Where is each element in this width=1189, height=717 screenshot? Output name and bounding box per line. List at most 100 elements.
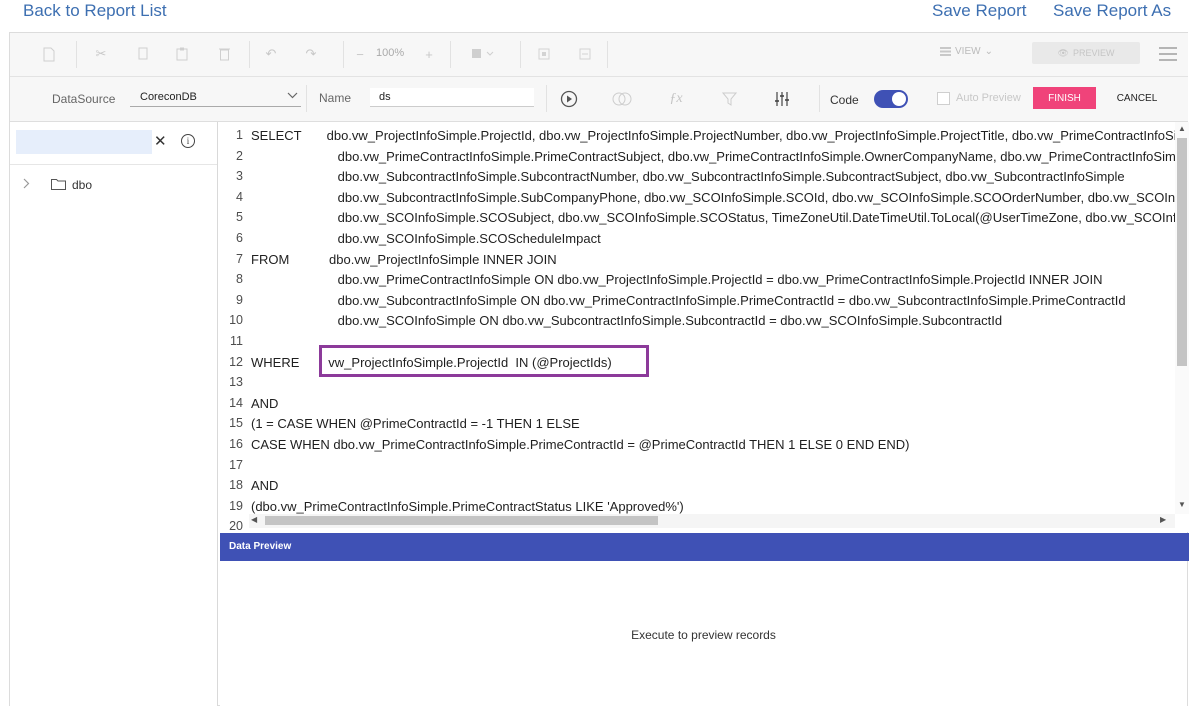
code-line[interactable]: 6 dbo.vw_SCOInfoSimple.SCOScheduleImpact: [220, 231, 1175, 251]
line-number: 8: [236, 272, 243, 287]
datasource-selected-value: CoreconDB: [140, 91, 197, 103]
datasource-separator: [819, 85, 820, 112]
function-icon[interactable]: ƒx: [666, 89, 686, 109]
scroll-right-icon[interactable]: ▶: [1160, 515, 1166, 524]
code-line[interactable]: 14 AND: [220, 396, 1175, 416]
designer-toolbar: ✂ ↶ ↷ − 100% + VIEW ⌄ 👁 PREVIEW: [10, 33, 1188, 77]
line-number: 5: [236, 210, 243, 225]
code-line[interactable]: 2 dbo.vw_PrimeContractInfoSimple.PrimeCo…: [220, 149, 1175, 169]
code-text: FROM dbo.vw_ProjectInfoSimple INNER JOIN: [251, 251, 557, 267]
code-text: AND: [251, 395, 279, 411]
tree-item-label: dbo: [72, 178, 93, 192]
filter-icon[interactable]: [719, 89, 739, 109]
panel-divider: [10, 164, 217, 165]
back-to-report-list-link[interactable]: Back to Report List: [23, 1, 167, 21]
code-text: dbo.vw_SubcontractInfoSimple ON dbo.vw_P…: [251, 292, 1126, 308]
code-line[interactable]: 7 FROM dbo.vw_ProjectInfoSimple INNER JOI…: [220, 252, 1175, 272]
scroll-down-icon[interactable]: ▼: [1175, 500, 1189, 509]
menu-icon[interactable]: [1159, 47, 1177, 65]
finish-button[interactable]: FINISH: [1033, 87, 1096, 109]
code-line[interactable]: 17: [220, 458, 1175, 478]
line-number: 2: [236, 148, 243, 163]
code-line[interactable]: 8 dbo.vw_PrimeContractInfoSimple ON dbo.…: [220, 272, 1175, 292]
cut-icon[interactable]: ✂: [92, 45, 110, 63]
zoom-out-icon[interactable]: −: [353, 45, 367, 63]
parameters-icon[interactable]: [772, 89, 792, 109]
fill-color-icon[interactable]: [467, 45, 501, 63]
line-number: 14: [229, 395, 243, 410]
horizontal-scrollbar-thumb[interactable]: [265, 516, 658, 525]
code-line[interactable]: 10 dbo.vw_SCOInfoSimple ON dbo.vw_Subcon…: [220, 313, 1175, 333]
copy-icon[interactable]: [134, 45, 152, 63]
new-file-icon[interactable]: [40, 45, 58, 63]
group-icon[interactable]: [535, 45, 553, 63]
scroll-up-icon[interactable]: ▲: [1175, 124, 1189, 133]
line-number: 7: [236, 251, 243, 266]
scroll-left-icon[interactable]: ◀: [251, 515, 257, 524]
auto-preview-checkbox[interactable]: [937, 92, 950, 105]
data-preview-header: Data Preview: [220, 533, 1189, 561]
datasource-separator: [306, 85, 307, 112]
code-text: dbo.vw_PrimeContractInfoSimple.PrimeCont…: [251, 148, 1175, 164]
chevron-down-icon: ⌄: [984, 46, 993, 57]
code-line[interactable]: 4 dbo.vw_SubcontractInfoSimple.SubCompan…: [220, 190, 1175, 210]
toolbar-separator: [607, 41, 608, 68]
datasource-separator: [546, 85, 547, 112]
sql-code-editor[interactable]: 20 19 (dbo.vw_PrimeContractInfoSimple.Prim…: [220, 122, 1189, 532]
code-line[interactable]: 13: [220, 375, 1175, 395]
eye-icon: 👁: [1057, 47, 1069, 58]
datasource-bar: DataSource CoreconDB Name ƒx Code Auto P…: [10, 77, 1188, 122]
info-icon[interactable]: i: [181, 134, 195, 148]
zoom-in-icon[interactable]: +: [422, 45, 436, 63]
view-dropdown[interactable]: VIEW ⌄: [940, 46, 993, 57]
cancel-button[interactable]: CANCEL: [1107, 87, 1167, 109]
where-clause-highlight: [319, 345, 649, 377]
view-icon: [940, 47, 951, 56]
line-number: 13: [229, 375, 243, 390]
code-text: SELECT dbo.vw_ProjectInfoSimple.ProjectI…: [251, 128, 1175, 143]
datasource-select[interactable]: CoreconDB: [130, 88, 301, 107]
line-number: 12: [229, 354, 243, 369]
line-number: 4: [236, 189, 243, 204]
tree-item-dbo[interactable]: dbo: [23, 177, 92, 193]
schema-search-input[interactable]: [16, 130, 152, 154]
line-number: 11: [230, 334, 243, 348]
delete-icon[interactable]: [215, 45, 233, 63]
undo-icon[interactable]: ↶: [262, 45, 280, 63]
name-label: Name: [319, 91, 352, 105]
code-line[interactable]: 18 AND: [220, 478, 1175, 498]
preview-empty-message: Execute to preview records: [631, 628, 776, 642]
chevron-right-icon[interactable]: [23, 178, 51, 192]
code-line[interactable]: 3 dbo.vw_SubcontractInfoSimple.Subcontra…: [220, 169, 1175, 189]
save-report-as-link[interactable]: Save Report As: [1053, 1, 1171, 21]
code-line[interactable]: 16 CASE WHEN dbo.vw_PrimeContractInfoSimp…: [220, 437, 1175, 457]
code-text: dbo.vw_SCOInfoSimple.SCOScheduleImpact: [251, 231, 601, 246]
code-text: dbo.vw_SubcontractInfoSimple.Subcontract…: [251, 169, 1125, 185]
code-line[interactable]: 1 SELECT dbo.vw_ProjectInfoSimple.Project…: [220, 128, 1175, 148]
save-report-link[interactable]: Save Report: [932, 1, 1027, 21]
code-label: Code: [830, 93, 859, 107]
name-input[interactable]: [370, 88, 534, 107]
toolbar-separator: [343, 41, 344, 68]
ungroup-icon[interactable]: [576, 45, 594, 63]
auto-preview-label: Auto Preview: [956, 92, 1021, 104]
code-line[interactable]: 9 dbo.vw_SubcontractInfoSimple ON dbo.vw…: [220, 293, 1175, 313]
code-line[interactable]: 5 dbo.vw_SCOInfoSimple.SCOSubject, dbo.v…: [220, 210, 1175, 230]
redo-icon[interactable]: ↷: [302, 45, 320, 63]
join-icon[interactable]: [612, 89, 632, 109]
line-number: 18: [229, 478, 243, 493]
line-number: 3: [236, 169, 243, 184]
paste-icon[interactable]: [173, 45, 191, 63]
code-text: (1 = CASE WHEN @PrimeContractId = -1 THE…: [251, 416, 580, 432]
top-navigation: Back to Report List Save Report Save Rep…: [0, 0, 1189, 32]
vertical-scrollbar-thumb[interactable]: [1177, 138, 1187, 366]
execute-icon[interactable]: [559, 89, 579, 109]
code-toggle[interactable]: [874, 90, 908, 108]
code-line[interactable]: 15 (1 = CASE WHEN @PrimeContractId = -1 T…: [220, 416, 1175, 436]
close-icon[interactable]: ✕: [154, 132, 167, 150]
toolbar-separator: [76, 41, 77, 68]
line-number: 6: [236, 231, 243, 245]
line-number: 10: [229, 313, 243, 328]
line-number: 16: [229, 437, 243, 451]
preview-button[interactable]: 👁 PREVIEW: [1032, 42, 1140, 64]
